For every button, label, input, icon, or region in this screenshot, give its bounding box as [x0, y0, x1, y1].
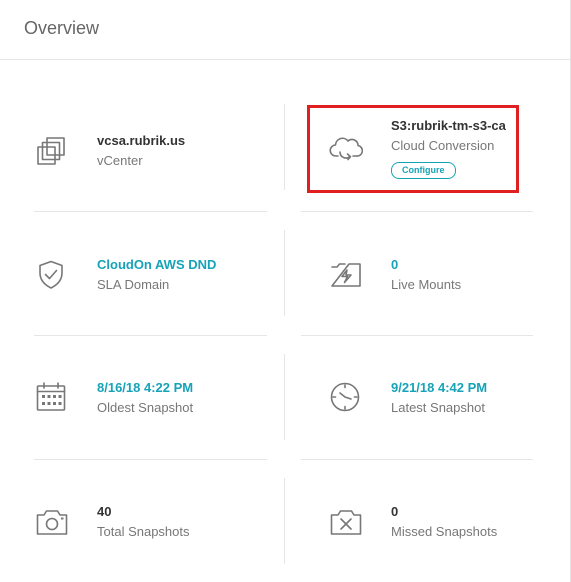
latest-snapshot-label: Latest Snapshot	[391, 400, 485, 415]
missed-snapshot-icon	[329, 506, 365, 542]
live-mount-icon	[329, 259, 365, 295]
row-divider	[34, 335, 267, 336]
row-divider	[301, 459, 533, 460]
column-divider	[284, 230, 285, 316]
total-snapshots-count: 40	[97, 504, 112, 519]
latest-snapshot-cell: 9/21/18 4:42 PM Latest Snapshot	[329, 380, 529, 428]
oldest-snapshot-cell: 8/16/18 4:22 PM Oldest Snapshot	[35, 380, 265, 428]
vcenter-cell: vcsa.rubrik.us vCenter	[35, 133, 265, 181]
column-divider	[284, 104, 285, 190]
live-mounts-count[interactable]: 0	[391, 257, 398, 272]
overview-panel: Overview vcsa.rubrik.us vCenter S3:rubri…	[0, 0, 571, 582]
sla-domain-link[interactable]: CloudOn AWS DND	[97, 257, 216, 272]
vcenter-icon	[35, 135, 71, 171]
live-mounts-cell: 0 Live Mounts	[329, 257, 529, 305]
row-divider	[301, 335, 533, 336]
shield-check-icon	[35, 259, 71, 295]
total-snapshots-cell: 40 Total Snapshots	[35, 504, 265, 552]
camera-icon	[35, 506, 71, 542]
column-divider	[284, 354, 285, 440]
missed-snapshots-cell: 0 Missed Snapshots	[329, 504, 529, 552]
column-divider	[284, 478, 285, 564]
row-divider	[301, 211, 533, 212]
missed-snapshots-label: Missed Snapshots	[391, 524, 498, 539]
sla-domain-cell: CloudOn AWS DND SLA Domain	[35, 257, 265, 305]
row-divider	[34, 211, 267, 212]
page-title: Overview	[24, 18, 100, 38]
sla-domain-label: SLA Domain	[97, 277, 170, 292]
clock-icon	[329, 381, 365, 417]
row-divider	[34, 459, 267, 460]
calendar-icon	[35, 381, 71, 417]
live-mounts-label: Live Mounts	[391, 277, 462, 292]
vcenter-label: vCenter	[97, 153, 143, 168]
latest-snapshot-link[interactable]: 9/21/18 4:42 PM	[391, 380, 487, 395]
panel-header: Overview	[0, 0, 570, 60]
vcenter-name: vcsa.rubrik.us	[97, 133, 186, 148]
oldest-snapshot-link[interactable]: 8/16/18 4:22 PM	[97, 380, 193, 395]
total-snapshots-label: Total Snapshots	[97, 524, 190, 539]
missed-snapshots-count: 0	[391, 504, 399, 519]
highlight-box	[307, 105, 519, 193]
oldest-snapshot-label: Oldest Snapshot	[97, 400, 194, 415]
